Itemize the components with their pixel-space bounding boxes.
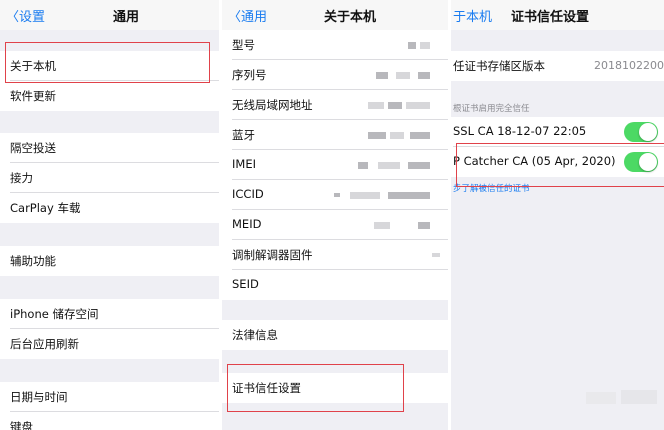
list-item-handoff[interactable]: 接力: [0, 163, 219, 193]
back-button[interactable]: 〈通用: [228, 6, 267, 25]
row-bluetooth: 蓝牙: [222, 120, 448, 150]
highlight-box-about: [5, 42, 210, 83]
redacted-value: [334, 193, 340, 197]
chevron-left-icon: 〈: [228, 10, 242, 25]
back-button[interactable]: 〈设置: [6, 6, 45, 25]
row-wifi-address: 无线局域网地址: [222, 90, 448, 120]
page-title: 通用: [113, 10, 140, 25]
highlight-box-catcher-cert: [456, 143, 664, 187]
list-item-background-refresh[interactable]: 后台应用刷新: [0, 329, 219, 359]
redacted-value: [368, 102, 384, 109]
page-title: 证书信任设置: [511, 10, 590, 25]
list-item-software-update[interactable]: 软件更新: [0, 81, 219, 111]
about-panel: 〈通用 关于本机 型号 序列号 无线局域网地址 蓝牙 IMEI ICCID ME…: [222, 0, 448, 430]
back-button[interactable]: 于本机: [453, 6, 492, 25]
row-modem-firmware: 调制解调器固件: [222, 240, 448, 270]
watermark-blur: [586, 392, 616, 404]
nav-bar: 于本机 证书信任设置: [451, 0, 664, 30]
nav-bar: 〈通用 关于本机: [222, 0, 448, 30]
redacted-value: [432, 253, 440, 257]
redacted-value: [358, 162, 368, 169]
redacted-value: [368, 132, 386, 139]
redacted-value: [374, 222, 390, 229]
row-model: 型号: [222, 30, 448, 60]
general-settings-panel: 〈设置 通用 关于本机 软件更新 隔空投送 接力 CarPlay 车载 辅助功能…: [0, 0, 219, 430]
list-item-airdrop[interactable]: 隔空投送: [0, 133, 219, 163]
redacted-value: [408, 42, 416, 49]
section-header: 根证书启用完全信任: [453, 104, 530, 114]
row-trust-store-version: 任证书存储区版本 2018102200: [451, 51, 664, 81]
trust-store-value: 2018102200: [594, 59, 664, 72]
row-legal[interactable]: 法律信息: [222, 320, 448, 350]
nav-bar: 〈设置 通用: [0, 0, 219, 30]
list-item-date-time[interactable]: 日期与时间: [0, 382, 219, 412]
list-item-storage[interactable]: iPhone 储存空间: [0, 299, 219, 329]
list-item-carplay[interactable]: CarPlay 车载: [0, 193, 219, 223]
list-item-keyboard[interactable]: 键盘: [0, 412, 219, 430]
certificate-trust-panel: 于本机 证书信任设置 任证书存储区版本 2018102200 根证书启用完全信任…: [451, 0, 664, 430]
row-seid[interactable]: SEID: [222, 270, 448, 300]
chevron-left-icon: 〈: [6, 10, 20, 25]
row-serial: 序列号: [222, 60, 448, 90]
row-meid: MEID: [222, 210, 448, 240]
page-title: 关于本机: [324, 10, 377, 25]
row-imei: IMEI: [222, 150, 448, 180]
highlight-box-certificate-trust: [227, 364, 404, 412]
cert-ssl-ca-toggle[interactable]: [624, 122, 658, 142]
list-item-accessibility[interactable]: 辅助功能: [0, 246, 219, 276]
redacted-value: [376, 72, 388, 79]
row-iccid: ICCID: [222, 180, 448, 210]
